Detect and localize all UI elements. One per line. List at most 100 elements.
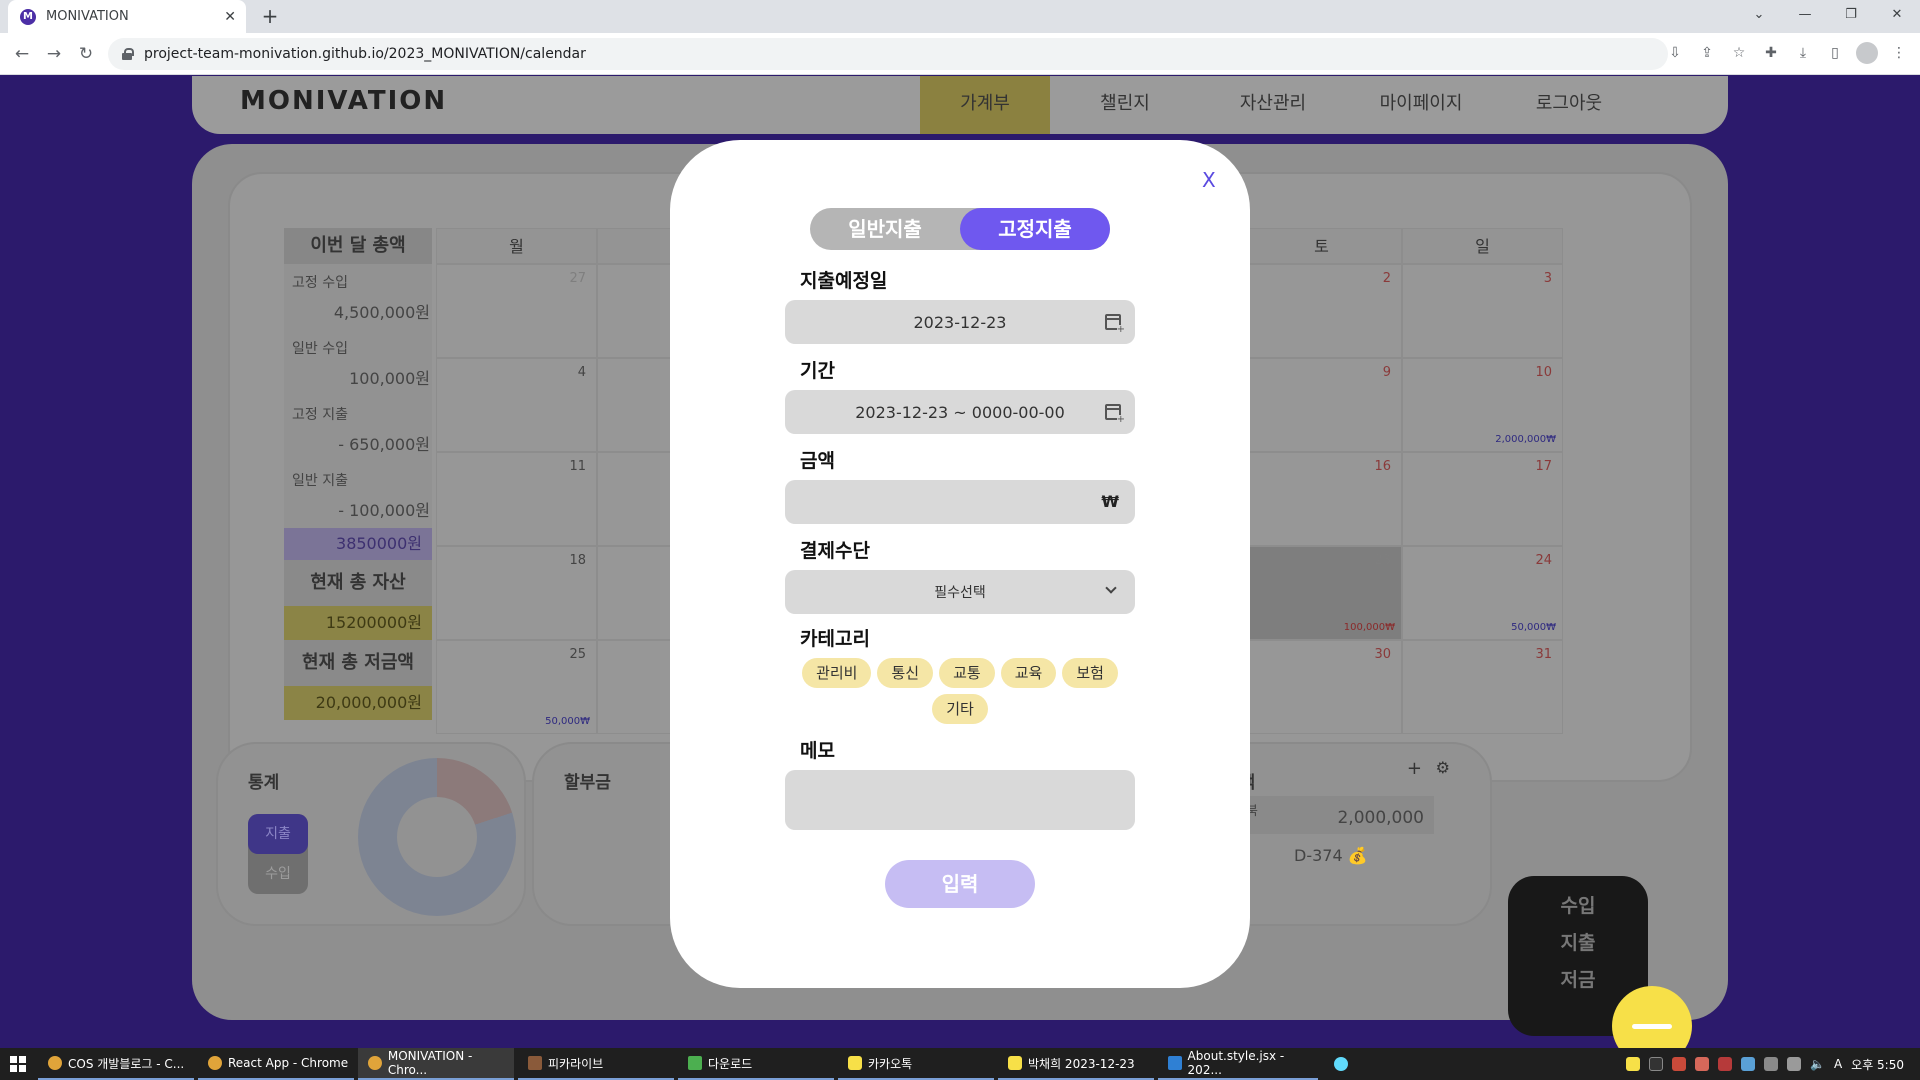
task-chrome-react[interactable]: React App - Chrome — [198, 1048, 354, 1080]
task-kakaotalk[interactable]: 카카오톡 — [838, 1048, 994, 1080]
ime-icon[interactable]: A — [1834, 1057, 1842, 1071]
weekday-mon: 월 — [436, 228, 597, 264]
memo-input[interactable] — [785, 770, 1135, 830]
calendar-day-cell[interactable]: 24 50,000₩ — [1402, 546, 1563, 640]
menu-assets[interactable]: 자산관리 — [1208, 76, 1338, 134]
lock-icon[interactable] — [122, 48, 134, 60]
calendar-day-cell[interactable]: 27 — [436, 264, 597, 358]
task-chrome-monivation[interactable]: MONIVATION - Chro... — [358, 1048, 514, 1080]
kakaotalk-tray-icon[interactable] — [1625, 1057, 1640, 1071]
calendar-day-cell[interactable]: 9 — [1241, 358, 1402, 452]
display-tray-icon[interactable] — [1786, 1057, 1801, 1071]
task-downloads[interactable]: 다운로드 — [678, 1048, 834, 1080]
summary-title: 이번 달 총액 — [284, 228, 432, 264]
calendar-icon[interactable] — [1105, 404, 1125, 425]
windows-start-icon[interactable] — [10, 1056, 26, 1072]
general-income-value: 100,000원 — [284, 362, 432, 396]
menu-mypage[interactable]: 마이페이지 — [1356, 76, 1486, 134]
payment-select[interactable]: 필수선택 — [785, 570, 1135, 614]
task-picalive[interactable]: 피카라이브 — [518, 1048, 674, 1080]
install-icon[interactable]: ⇩ — [1664, 42, 1686, 64]
g-tray-icon[interactable] — [1648, 1057, 1663, 1071]
menu-logout[interactable]: 로그아웃 — [1504, 76, 1634, 134]
amount-input[interactable]: ₩ — [785, 480, 1135, 524]
downloads-icon[interactable]: ⤓ — [1792, 42, 1814, 64]
date-field[interactable]: 2023-12-23 — [785, 300, 1135, 344]
period-field[interactable]: 2023-12-23 ~ 0000-00-00 — [785, 390, 1135, 434]
menu-ledger[interactable]: 가계부 — [920, 76, 1050, 134]
calendar-day-cell[interactable]: 25 50,000₩ — [436, 640, 597, 734]
tab-general-expense[interactable]: 일반지출 — [810, 208, 960, 250]
react-icon — [1334, 1057, 1348, 1071]
category-chip-insurance[interactable]: 보험 — [1062, 658, 1118, 688]
quick-income[interactable]: 수입 — [1508, 888, 1648, 925]
volume-icon[interactable]: 🔈 — [1810, 1057, 1825, 1071]
new-tab-button[interactable]: + — [258, 4, 282, 28]
add-goal-icon[interactable]: + — [1407, 758, 1422, 779]
clock[interactable]: 오후 5:50 — [1851, 1056, 1904, 1073]
app-tray-icon[interactable] — [1740, 1057, 1755, 1071]
app-tray-icon[interactable] — [1671, 1057, 1686, 1071]
task-vscode[interactable]: About.style.jsx - 202... — [1158, 1048, 1318, 1080]
side-panel-icon[interactable]: ▯ — [1824, 42, 1846, 64]
calendar-day-cell[interactable]: 18 — [436, 546, 597, 640]
calendar-day-cell[interactable]: 11 — [436, 452, 597, 546]
url-text: project-team-monivation.github.io/2023_M… — [144, 46, 586, 62]
calendar-day-cell[interactable]: 4 — [436, 358, 597, 452]
app-header: MONIVATION 가계부 챌린지 자산관리 마이페이지 로그아웃 — [192, 76, 1728, 134]
category-chip-education[interactable]: 교육 — [1000, 658, 1057, 688]
stats-toggle[interactable]: 지출 수입 — [248, 814, 308, 894]
calendar-day-cell[interactable]: 3 — [1402, 264, 1563, 358]
tab-search-icon[interactable]: ⌄ — [1736, 0, 1782, 33]
app-tray-icon[interactable] — [1717, 1057, 1732, 1071]
address-bar[interactable]: project-team-monivation.github.io/2023_M… — [108, 38, 1668, 70]
close-tab-icon[interactable]: ✕ — [224, 9, 236, 25]
calendar-day-cell[interactable]: 23 100,000₩ — [1241, 546, 1402, 640]
goal-dday: D-374 💰 — [1294, 846, 1368, 865]
calendar-icon[interactable] — [1105, 314, 1125, 335]
category-chip-telecom[interactable]: 통신 — [877, 658, 934, 688]
calendar-day-cell[interactable]: 31 — [1402, 640, 1563, 734]
calendar-day-cell[interactable]: 17 — [1402, 452, 1563, 546]
task-chrome-cos[interactable]: COS 개발블로그 - C... — [38, 1048, 194, 1080]
close-icon[interactable]: X — [1202, 168, 1216, 192]
category-chips: 관리비 통신 교통 교육 보험 기타 — [785, 658, 1135, 724]
quick-expense[interactable]: 지출 — [1508, 925, 1648, 962]
menu-challenge[interactable]: 챌린지 — [1060, 76, 1190, 134]
day-number: 2 — [1382, 271, 1391, 286]
gear-icon[interactable]: ⚙ — [1436, 758, 1450, 777]
submit-button[interactable]: 입력 — [885, 860, 1035, 908]
profile-avatar[interactable] — [1856, 42, 1878, 64]
browser-tab[interactable]: M MONIVATION ✕ — [8, 0, 246, 33]
category-chip-transport[interactable]: 교통 — [939, 658, 995, 688]
chrome-icon — [368, 1056, 382, 1070]
bookmark-star-icon[interactable]: ☆ — [1728, 42, 1750, 64]
calendar-day-cell[interactable]: 16 — [1241, 452, 1402, 546]
share-icon[interactable]: ⇪ — [1696, 42, 1718, 64]
reload-icon[interactable]: ↻ — [74, 42, 98, 66]
category-chip-maintenance[interactable]: 관리비 — [802, 658, 872, 688]
toggle-income[interactable]: 수입 — [248, 854, 308, 894]
toggle-expense[interactable]: 지출 — [248, 814, 308, 854]
forward-icon[interactable]: → — [42, 42, 66, 66]
restore-icon[interactable]: ❐ — [1828, 0, 1874, 33]
tab-fixed-expense[interactable]: 고정지출 — [960, 208, 1110, 250]
back-icon[interactable]: ← — [10, 42, 34, 66]
menu-kebab-icon[interactable]: ⋮ — [1888, 42, 1910, 64]
assets-value: 15200000원 — [284, 606, 432, 640]
app-tray-icon[interactable] — [1694, 1057, 1709, 1071]
task-label: About.style.jsx - 202... — [1187, 1049, 1285, 1077]
close-window-icon[interactable]: ✕ — [1874, 0, 1920, 33]
extensions-icon[interactable]: ✚ — [1760, 42, 1782, 64]
toolbar-icons: ⇩ ⇪ ☆ ✚ ⤓ ▯ ⋮ — [1664, 42, 1910, 64]
task-react-devtools[interactable] — [1324, 1048, 1360, 1080]
brand-logo[interactable]: MONIVATION — [240, 86, 447, 116]
calendar-day-cell[interactable]: 2 — [1241, 264, 1402, 358]
network-tray-icon[interactable] — [1763, 1057, 1778, 1071]
minimize-icon[interactable]: — — [1782, 0, 1828, 33]
category-chip-other[interactable]: 기타 — [932, 694, 988, 724]
task-chat[interactable]: 박채희 2023-12-23 — [998, 1048, 1154, 1080]
calendar-day-cell[interactable]: 30 — [1241, 640, 1402, 734]
expense-type-switch[interactable]: 일반지출 고정지출 — [810, 208, 1110, 250]
calendar-day-cell[interactable]: 10 2,000,000₩ — [1402, 358, 1563, 452]
